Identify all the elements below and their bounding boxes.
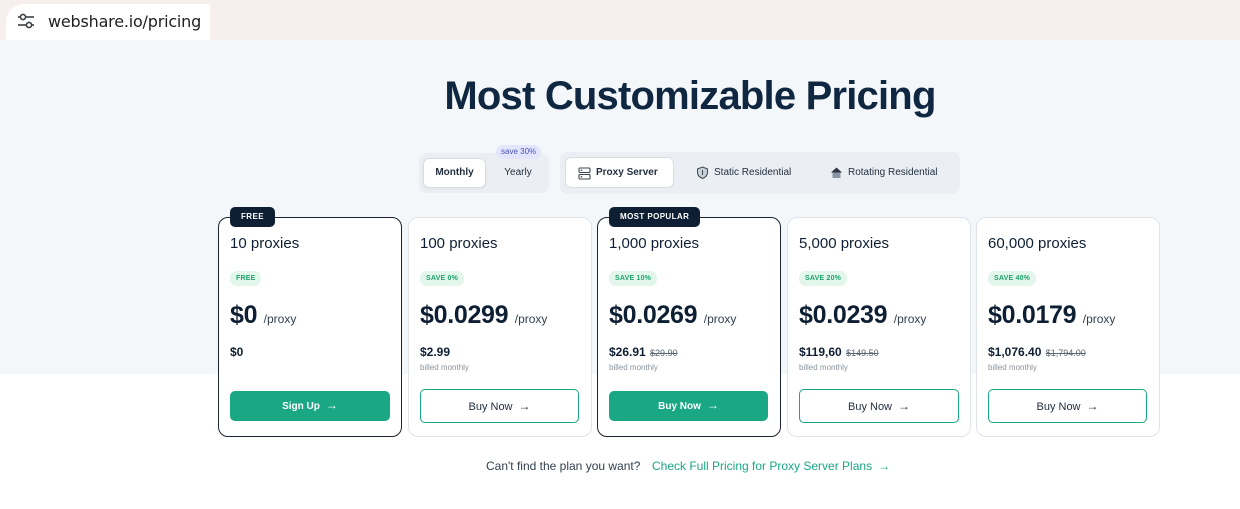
sign-up-button[interactable]: Sign Up → xyxy=(230,391,390,421)
price-value: $0.0269 xyxy=(609,301,698,329)
plan-price: $0.0269 /proxy xyxy=(609,301,736,330)
plan-price: $0.0179 /proxy xyxy=(988,301,1115,330)
plan-name: 10 proxies xyxy=(230,235,300,252)
price-unit: /proxy xyxy=(893,312,927,326)
plan-tag-most-popular: MOST POPULAR xyxy=(609,207,701,227)
price-unit: /proxy xyxy=(514,312,548,326)
browser-address-bar: webshare.io/pricing xyxy=(0,0,1240,40)
plan-card-60000: 60,000 proxies SAVE 40% $0.0179 /proxy $… xyxy=(976,217,1160,437)
save-badge: SAVE 10% xyxy=(609,271,658,286)
billing-option-monthly[interactable]: Monthly xyxy=(423,158,486,188)
save-badge: SAVE 40% xyxy=(988,271,1037,286)
proxy-type-rotating-residential[interactable]: Rotating Residential xyxy=(818,157,956,188)
button-label: Buy Now xyxy=(1036,401,1081,413)
billing-option-yearly[interactable]: Yearly xyxy=(491,158,545,188)
proxy-type-static-residential[interactable]: Static Residential xyxy=(684,157,812,188)
button-label: Buy Now xyxy=(468,401,513,413)
proxy-type-selector: Proxy Server Static Residential Rotating… xyxy=(560,152,960,194)
plan-price: $0 /proxy xyxy=(230,301,296,330)
arrow-right-icon: → xyxy=(878,459,891,473)
buy-now-button[interactable]: Buy Now → xyxy=(799,389,959,423)
page-title: Most Customizable Pricing xyxy=(444,74,936,118)
yearly-save-badge: save 30% xyxy=(496,145,542,159)
plan-card-1000: MOST POPULAR 1,000 proxies SAVE 10% $0.0… xyxy=(597,207,781,437)
price-value: $0.0239 xyxy=(799,301,888,329)
billed-current: $119,60 xyxy=(799,345,842,359)
billed-amount: $2.99 xyxy=(420,345,451,359)
save-badge: SAVE 20% xyxy=(799,271,848,286)
proxy-type-label: Static Residential xyxy=(714,167,792,178)
billed-current: $26.91 xyxy=(609,345,646,359)
full-pricing-link[interactable]: Check Full Pricing for Proxy Server Plan… xyxy=(652,459,890,473)
proxy-type-proxy-server[interactable]: Proxy Server xyxy=(565,157,674,188)
billed-amount: $0 xyxy=(230,345,244,359)
arrow-right-icon: → xyxy=(898,399,911,413)
proxy-type-label: Proxy Server xyxy=(596,167,658,178)
buy-now-button[interactable]: Buy Now → xyxy=(988,389,1147,423)
plan-name: 5,000 proxies xyxy=(799,235,890,252)
tune-icon[interactable] xyxy=(16,12,36,30)
billed-original: $29.90 xyxy=(650,348,678,358)
price-value: $0 xyxy=(230,301,258,329)
billed-current: $1,076.40 xyxy=(988,345,1042,359)
billed-amount: $26.91 $29.90 xyxy=(609,345,678,359)
billed-note: billed monthly xyxy=(799,363,848,372)
save-badge: FREE xyxy=(230,271,262,286)
shield-icon xyxy=(697,166,708,179)
price-unit: /proxy xyxy=(1082,312,1116,326)
house-icon xyxy=(831,167,842,178)
price-value: $0.0299 xyxy=(420,301,509,329)
button-label: Buy Now xyxy=(847,401,893,413)
save-badge: SAVE 0% xyxy=(420,271,465,286)
billed-note: billed monthly xyxy=(420,363,469,372)
arrow-right-icon: → xyxy=(1086,399,1099,413)
button-label: Sign Up xyxy=(282,401,320,412)
plan-card-5000: 5,000 proxies SAVE 20% $0.0239 /proxy $1… xyxy=(787,217,971,437)
button-label: Buy Now xyxy=(658,401,701,412)
proxy-type-label: Rotating Residential xyxy=(848,167,938,178)
billed-note: billed monthly xyxy=(609,363,658,372)
billing-toggle: Monthly Yearly xyxy=(419,153,549,193)
billed-amount: $1,076.40 $1,794.00 xyxy=(988,345,1086,359)
plan-card-10: FREE 10 proxies FREE $0 /proxy $0 Sign U… xyxy=(218,207,402,437)
billed-amount: $119,60 $149.50 xyxy=(799,345,879,359)
footer-question: Can't find the plan you want? xyxy=(486,459,641,473)
buy-now-button[interactable]: Buy Now → xyxy=(420,389,579,423)
price-unit: /proxy xyxy=(703,312,737,326)
billed-original: $149.50 xyxy=(846,348,879,358)
plan-card-100: 100 proxies SAVE 0% $0.0299 /proxy $2.99… xyxy=(408,217,592,437)
price-unit: /proxy xyxy=(263,312,297,326)
plan-tag-free: FREE xyxy=(230,207,275,227)
buy-now-button[interactable]: Buy Now → xyxy=(609,391,768,421)
plan-name: 100 proxies xyxy=(420,235,498,252)
billed-original: $1,794.00 xyxy=(1045,348,1086,358)
server-icon xyxy=(578,167,591,180)
plan-price: $0.0239 /proxy xyxy=(799,301,926,330)
url-text[interactable]: webshare.io/pricing xyxy=(48,12,201,31)
arrow-right-icon: → xyxy=(325,398,338,412)
link-label: Check Full Pricing for Proxy Server Plan… xyxy=(652,459,873,473)
arrow-right-icon: → xyxy=(518,399,531,413)
price-value: $0.0179 xyxy=(988,301,1077,329)
plan-price: $0.0299 /proxy xyxy=(420,301,547,330)
pricing-page: Most Customizable Pricing Monthly Yearly… xyxy=(0,40,1240,509)
plan-name: 1,000 proxies xyxy=(609,235,700,252)
arrow-right-icon: → xyxy=(706,398,719,412)
plan-name: 60,000 proxies xyxy=(988,235,1087,252)
billed-note: billed monthly xyxy=(988,363,1037,372)
